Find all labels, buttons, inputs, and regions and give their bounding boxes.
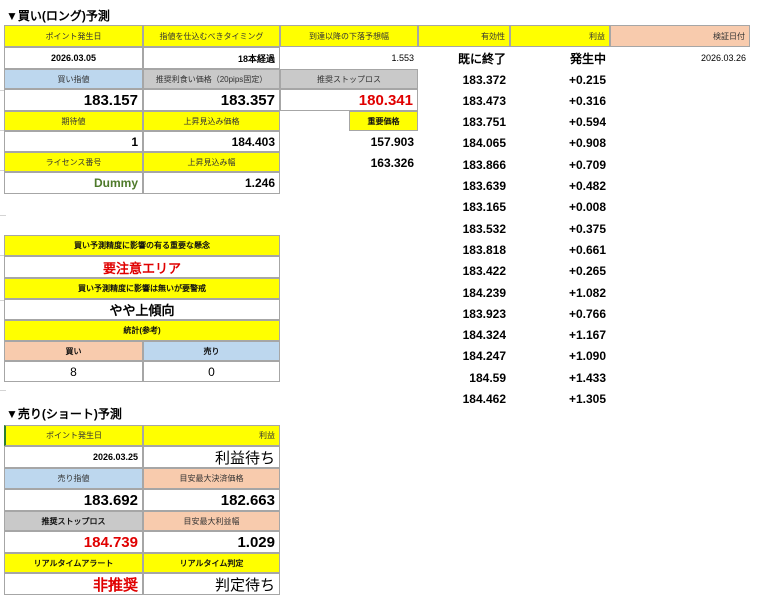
- long-header-point-date: ポイント発生日: [4, 25, 143, 47]
- price-list-price[interactable]: 183.751: [418, 112, 510, 133]
- long-important-price-2[interactable]: 163.326: [330, 152, 418, 173]
- price-list-price[interactable]: 183.866: [418, 154, 510, 175]
- short-header-stop: 推奨ストップロス: [4, 511, 143, 531]
- price-list-diff[interactable]: +1.305: [510, 389, 610, 410]
- price-list-diff[interactable]: +0.482: [510, 176, 610, 197]
- short-alert[interactable]: 非推奨: [4, 573, 143, 595]
- short-max-settle[interactable]: 182.663: [143, 489, 280, 511]
- long-header-timing: 指値を仕込むべきタイミング: [143, 25, 280, 47]
- price-list-diff[interactable]: +0.375: [510, 218, 610, 239]
- price-list-price[interactable]: 184.59: [418, 367, 510, 388]
- long-point-date[interactable]: 2026.03.05: [4, 47, 143, 69]
- long-rise-width[interactable]: 1.246: [143, 172, 280, 194]
- price-list-price[interactable]: 183.923: [418, 303, 510, 324]
- long-verify-date[interactable]: 2026.03.26: [610, 47, 750, 69]
- long-header-next-target: 到達以降の下落予想幅: [280, 25, 418, 47]
- short-stop-loss[interactable]: 184.739: [4, 531, 143, 553]
- short-point-date[interactable]: 2026.03.25: [4, 446, 143, 468]
- price-list-diff[interactable]: +0.661: [510, 239, 610, 260]
- price-list-diff[interactable]: +0.215: [510, 69, 610, 90]
- long-header-validity: 有効性: [418, 25, 510, 47]
- short-header-alert: リアルタイムアラート: [4, 553, 143, 573]
- short-header-profit: 利益: [143, 425, 280, 446]
- short-header-sell-price: 売り指値: [4, 468, 143, 489]
- long-header-expected: 期待値: [4, 111, 143, 131]
- sheet-gridline: [0, 390, 6, 391]
- price-list-price[interactable]: 184.239: [418, 282, 510, 303]
- long-header-buy-price: 買い指値: [4, 69, 143, 89]
- price-list-diff[interactable]: +0.766: [510, 303, 610, 324]
- price-list-diff[interactable]: +1.082: [510, 282, 610, 303]
- short-header-max-settle: 目安最大決済価格: [143, 468, 280, 489]
- long-buy-price[interactable]: 183.157: [4, 89, 143, 111]
- long-header-buy-count: 買い: [4, 341, 143, 361]
- price-list-diff[interactable]: +1.167: [510, 325, 610, 346]
- long-header-trend: 買い予測精度に影響は無いが要警戒: [4, 278, 280, 299]
- long-next-target[interactable]: 1.553: [280, 47, 418, 69]
- price-list-diff[interactable]: +0.908: [510, 133, 610, 154]
- short-sell-price[interactable]: 183.692: [4, 489, 143, 511]
- price-list-diff[interactable]: +1.090: [510, 346, 610, 367]
- price-list-diff[interactable]: +1.433: [510, 367, 610, 388]
- short-judge[interactable]: 判定待ち: [143, 573, 280, 595]
- price-list-price[interactable]: 184.462: [418, 389, 510, 410]
- long-buy-count[interactable]: 8: [4, 361, 143, 382]
- price-list-diff[interactable]: +0.265: [510, 261, 610, 282]
- long-license-number[interactable]: Dummy: [4, 172, 143, 194]
- price-list-diff[interactable]: +0.594: [510, 112, 610, 133]
- price-list-diff[interactable]: +0.008: [510, 197, 610, 218]
- long-section-title: ▼買い(ロング)予測: [6, 8, 110, 23]
- long-expected-value[interactable]: 1: [4, 131, 143, 152]
- short-profit[interactable]: 利益待ち: [143, 446, 280, 468]
- price-list-price[interactable]: 184.247: [418, 346, 510, 367]
- price-list-price[interactable]: 183.818: [418, 239, 510, 260]
- long-header-sell-count: 売り: [143, 341, 280, 361]
- long-header-profit: 利益: [510, 25, 610, 47]
- long-header-stats: 統計(参考): [4, 320, 280, 341]
- long-trend-value[interactable]: やや上傾向: [4, 299, 280, 320]
- long-header-rise-price: 上昇見込み価格: [143, 111, 280, 131]
- long-header-stop: 推奨ストップロス: [280, 69, 418, 89]
- short-header-max-profit: 目安最大利益幅: [143, 511, 280, 531]
- price-list-price[interactable]: 183.165: [418, 197, 510, 218]
- long-timing[interactable]: 18本経過: [143, 47, 280, 69]
- price-list-price[interactable]: 184.324: [418, 325, 510, 346]
- long-sell-count[interactable]: 0: [143, 361, 280, 382]
- price-list-price[interactable]: 183.372: [418, 69, 510, 90]
- long-header-verify-date: 検証日付: [610, 25, 750, 47]
- sheet-gridline: [0, 215, 6, 216]
- short-header-point-date: ポイント発生日: [4, 425, 143, 446]
- long-header-license: ライセンス番号: [4, 152, 143, 172]
- long-header-important: 重要価格: [349, 111, 418, 131]
- long-stop-loss[interactable]: 180.341: [280, 89, 418, 111]
- price-list-price[interactable]: 183.639: [418, 176, 510, 197]
- long-header-recommended: 推奨利食い価格（20pips固定）: [143, 69, 280, 89]
- price-list-diff[interactable]: +0.709: [510, 154, 610, 175]
- long-caution-value[interactable]: 要注意エリア: [4, 256, 280, 278]
- long-rise-price[interactable]: 184.403: [143, 131, 280, 152]
- price-list-price[interactable]: 183.532: [418, 218, 510, 239]
- price-list-price[interactable]: 183.473: [418, 90, 510, 111]
- long-important-price-1[interactable]: 157.903: [330, 131, 418, 152]
- long-recommended-price[interactable]: 183.357: [143, 89, 280, 111]
- price-list-price[interactable]: 183.422: [418, 261, 510, 282]
- short-section-title: ▼売り(ショート)予測: [6, 406, 122, 421]
- long-validity[interactable]: 既に終了: [418, 47, 510, 69]
- short-header-judge: リアルタイム判定: [143, 553, 280, 573]
- price-list-price[interactable]: 184.065: [418, 133, 510, 154]
- long-profit-status[interactable]: 発生中: [510, 47, 610, 69]
- price-list-diff[interactable]: +0.316: [510, 90, 610, 111]
- long-header-rise-width: 上昇見込み幅: [143, 152, 280, 172]
- long-header-caution: 買い予測精度に影響の有る重要な懸念: [4, 235, 280, 256]
- short-max-profit[interactable]: 1.029: [143, 531, 280, 553]
